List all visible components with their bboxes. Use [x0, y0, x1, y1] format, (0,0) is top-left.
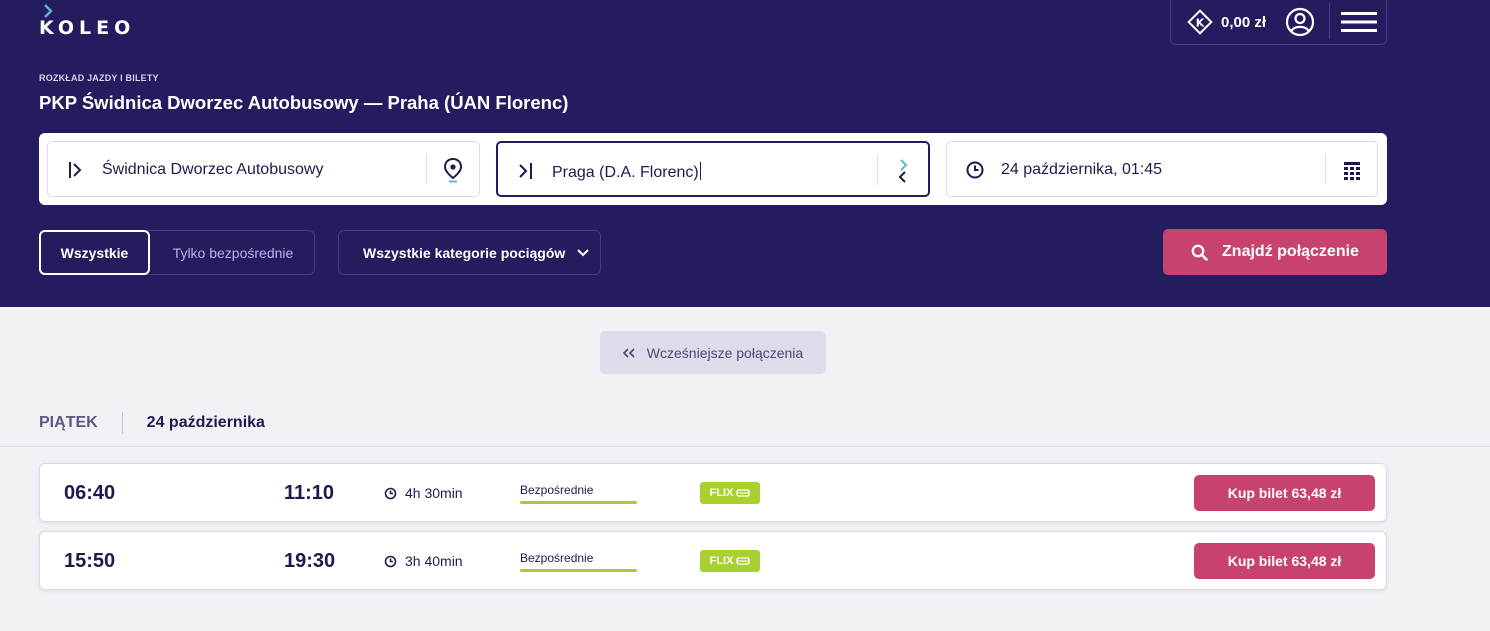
text-caret	[699, 162, 701, 180]
departure-icon	[69, 162, 82, 178]
train-category-dropdown[interactable]: Wszystkie kategorie pociągów	[338, 230, 601, 275]
datetime-value: 24 października, 01:45	[1001, 161, 1162, 178]
from-station-field[interactable]: Świdnica Dworzec Autobusowy	[47, 141, 480, 197]
day-heading: PIĄTEK 24 października	[39, 412, 265, 434]
svg-text:K: K	[1196, 17, 1205, 30]
departure-time: 06:40	[64, 482, 116, 504]
page-title: PKP Świdnica Dworzec Autobusowy — Praha …	[39, 92, 569, 113]
double-chevron-left-icon	[622, 347, 635, 358]
clock-icon	[384, 555, 397, 567]
buy-ticket-button[interactable]: Kup bilet 63,48 zł	[1194, 543, 1375, 579]
search-icon	[1191, 244, 1208, 261]
logo-text: KOLEO	[39, 17, 136, 39]
to-station-field[interactable]: Praga (D.A. Florenc)	[496, 141, 930, 197]
page-header: KOLEO K 0,00 zł ROZKŁAD JAZDY I BILETY P…	[0, 0, 1490, 307]
date-label: 24 października	[146, 414, 265, 431]
field-separator	[1325, 154, 1326, 184]
duration-value: 3h 40min	[405, 553, 463, 569]
buy-ticket-button[interactable]: Kup bilet 63,48 zł	[1194, 475, 1375, 511]
account-divider	[1329, 3, 1330, 39]
clock-icon	[966, 161, 984, 179]
hamburger-menu-icon[interactable]	[1341, 11, 1377, 33]
from-station-value: Świdnica Dworzec Autobusowy	[102, 161, 324, 178]
user-account-icon[interactable]	[1285, 7, 1315, 37]
carrier-label: FLIX	[709, 487, 734, 499]
connection-type: Bezpośrednie	[520, 551, 637, 572]
wallet-button[interactable]: K 0,00 zł	[1187, 9, 1266, 35]
connection-type: Bezpośrednie	[520, 483, 637, 504]
route-bar	[520, 501, 637, 504]
day-divider	[0, 446, 1490, 447]
earlier-connections-label: Wcześniejsze połączenia	[646, 344, 804, 361]
duration: 3h 40min	[384, 553, 463, 569]
filter-direct-only-button[interactable]: Tylko bezpośrednie	[150, 230, 316, 275]
arrival-icon	[519, 163, 532, 179]
filter-all-button[interactable]: Wszystkie	[39, 230, 150, 275]
connection-type-toggle: Wszystkie Tylko bezpośrednie	[39, 230, 315, 275]
to-station-text: Praga (D.A. Florenc)	[552, 164, 699, 181]
location-pin-icon[interactable]	[441, 157, 465, 183]
field-separator	[877, 155, 878, 185]
carrier-badge: FLIX	[700, 550, 760, 572]
weekday-label: PIĄTEK	[39, 414, 98, 431]
arrival-time: 19:30	[284, 550, 336, 572]
clock-icon	[384, 487, 397, 499]
connection-type-label: Bezpośrednie	[520, 551, 594, 565]
earlier-connections-button[interactable]: Wcześniejsze połączenia	[600, 331, 826, 374]
chevron-down-icon	[577, 248, 590, 256]
find-connection-button[interactable]: Znajdź połączenie	[1163, 229, 1387, 275]
connection-row[interactable]: 06:40 11:10 4h 30min Bezpośrednie FLIX K…	[39, 463, 1387, 522]
connection-row[interactable]: 15:50 19:30 3h 40min Bezpośrednie FLIX K…	[39, 531, 1387, 590]
page-kicker: ROZKŁAD JAZDY I BILETY	[39, 73, 159, 83]
arrival-time: 11:10	[284, 482, 335, 504]
swap-icon[interactable]	[891, 158, 915, 184]
field-separator	[426, 154, 427, 184]
duration-value: 4h 30min	[405, 485, 463, 501]
to-station-value: Praga (D.A. Florenc)	[552, 162, 701, 182]
train-category-label: Wszystkie kategorie pociągów	[363, 244, 566, 261]
bus-icon	[736, 488, 751, 497]
calendar-icon[interactable]	[1340, 157, 1364, 183]
departure-time: 15:50	[64, 550, 116, 572]
connection-type-label: Bezpośrednie	[520, 483, 594, 497]
search-form: Świdnica Dworzec Autobusowy Praga (D.A. …	[39, 133, 1387, 205]
koleo-logo[interactable]: KOLEO	[39, 4, 139, 40]
wallet-balance: 0,00 zł	[1221, 13, 1267, 31]
day-separator	[121, 412, 123, 434]
bus-icon	[736, 556, 751, 565]
logo-chevron-icon	[44, 4, 53, 18]
route-bar	[520, 569, 637, 572]
account-panel: K 0,00 zł	[1170, 0, 1387, 45]
find-connection-label: Znajdź połączenie	[1222, 243, 1359, 260]
carrier-badge: FLIX	[700, 482, 760, 504]
duration: 4h 30min	[384, 485, 463, 501]
koleo-wallet-icon: K	[1187, 9, 1213, 35]
datetime-field[interactable]: 24 października, 01:45	[946, 141, 1378, 197]
carrier-label: FLIX	[709, 555, 734, 567]
